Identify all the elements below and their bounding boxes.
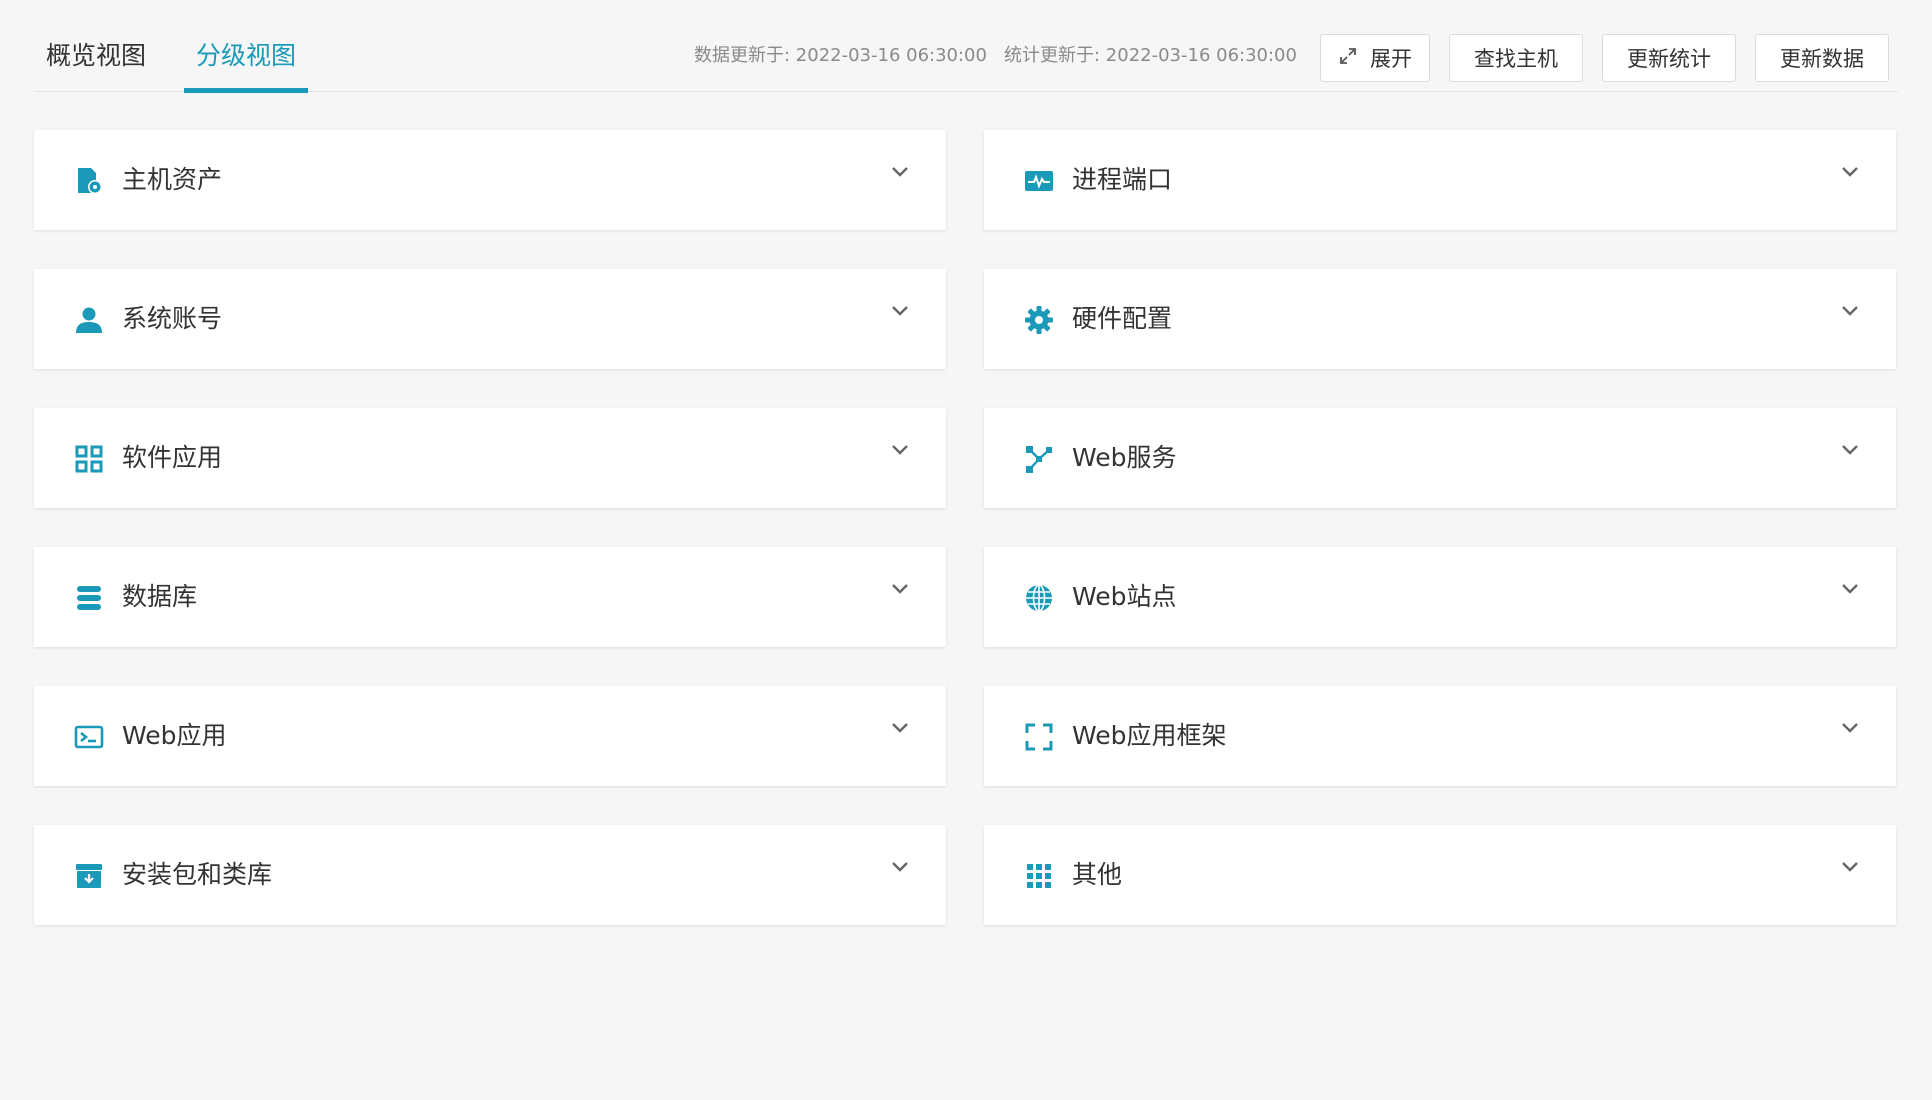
category-card-hardware-config[interactable]: 硬件配置 bbox=[984, 269, 1896, 369]
category-card-database[interactable]: 数据库 bbox=[34, 547, 946, 647]
chevron-down-icon[interactable] bbox=[1838, 299, 1862, 323]
update-stats-label: 更新统计 bbox=[1627, 47, 1711, 71]
chevron-down-icon[interactable] bbox=[1838, 577, 1862, 601]
category-card-process-ports[interactable]: 进程端口 bbox=[984, 130, 1896, 230]
host-settings-icon bbox=[74, 166, 104, 196]
chevron-down-icon[interactable] bbox=[888, 577, 912, 601]
globe-icon bbox=[1024, 583, 1054, 613]
category-card-web-services[interactable]: Web服务 bbox=[984, 408, 1896, 508]
gear-icon bbox=[1024, 305, 1054, 335]
expand-label: 展开 bbox=[1370, 47, 1412, 71]
chevron-down-icon[interactable] bbox=[1838, 716, 1862, 740]
category-card-web-apps[interactable]: Web应用 bbox=[34, 686, 946, 786]
dots-grid-icon bbox=[1024, 861, 1054, 891]
tab-overview[interactable]: 概览视图 bbox=[34, 38, 158, 92]
expand-button[interactable]: 展开 bbox=[1320, 34, 1430, 82]
category-title: 安装包和类库 bbox=[122, 860, 273, 889]
network-nodes-icon bbox=[1024, 444, 1054, 474]
category-card-web-sites[interactable]: Web站点 bbox=[984, 547, 1896, 647]
category-card-system-accounts[interactable]: 系统账号 bbox=[34, 269, 946, 369]
chevron-down-icon[interactable] bbox=[888, 855, 912, 879]
category-card-host-assets[interactable]: 主机资产 bbox=[34, 130, 946, 230]
chevron-down-icon[interactable] bbox=[888, 299, 912, 323]
find-host-label: 查找主机 bbox=[1474, 47, 1558, 71]
category-title: 硬件配置 bbox=[1072, 304, 1173, 333]
category-title: Web服务 bbox=[1072, 443, 1177, 472]
update-stats-button[interactable]: 更新统计 bbox=[1602, 34, 1736, 82]
chevron-down-icon[interactable] bbox=[1838, 438, 1862, 462]
category-title: 系统账号 bbox=[122, 304, 223, 333]
data-updated-text: 数据更新于: 2022-03-16 06:30:00 bbox=[694, 45, 987, 66]
category-card-packages-libraries[interactable]: 安装包和类库 bbox=[34, 825, 946, 925]
category-card-software-apps[interactable]: 软件应用 bbox=[34, 408, 946, 508]
tab-tiered-view[interactable]: 分级视图 bbox=[184, 38, 309, 93]
category-title: 进程端口 bbox=[1072, 165, 1173, 194]
apps-grid-icon bbox=[74, 444, 104, 474]
find-host-button[interactable]: 查找主机 bbox=[1449, 34, 1583, 82]
terminal-window-icon bbox=[74, 722, 104, 752]
category-title: 数据库 bbox=[122, 582, 198, 611]
category-title: 其他 bbox=[1072, 860, 1123, 889]
category-title: 软件应用 bbox=[122, 443, 223, 472]
category-card-web-app-frameworks[interactable]: Web应用框架 bbox=[984, 686, 1896, 786]
chevron-down-icon[interactable] bbox=[1838, 160, 1862, 184]
chevron-down-icon[interactable] bbox=[888, 438, 912, 462]
chevron-down-icon[interactable] bbox=[1838, 855, 1862, 879]
update-data-button[interactable]: 更新数据 bbox=[1755, 34, 1889, 82]
chevron-down-icon[interactable] bbox=[888, 160, 912, 184]
category-title: 主机资产 bbox=[122, 165, 223, 194]
user-icon bbox=[74, 305, 104, 335]
category-title: Web站点 bbox=[1072, 582, 1177, 611]
frame-corners-icon bbox=[1024, 722, 1054, 752]
expand-arrows-icon bbox=[1338, 46, 1358, 71]
category-card-others[interactable]: 其他 bbox=[984, 825, 1896, 925]
stats-updated-text: 统计更新于: 2022-03-16 06:30:00 bbox=[1004, 45, 1297, 66]
archive-box-icon bbox=[74, 861, 104, 891]
update-data-label: 更新数据 bbox=[1780, 47, 1864, 71]
database-icon bbox=[74, 583, 104, 613]
category-title: Web应用框架 bbox=[1072, 721, 1227, 750]
category-title: Web应用 bbox=[122, 721, 227, 750]
chevron-down-icon[interactable] bbox=[888, 716, 912, 740]
top-bar: 概览视图 分级视图 数据更新于: 2022-03-16 06:30:00 统计更… bbox=[34, 28, 1898, 93]
monitor-pulse-icon bbox=[1024, 166, 1054, 196]
